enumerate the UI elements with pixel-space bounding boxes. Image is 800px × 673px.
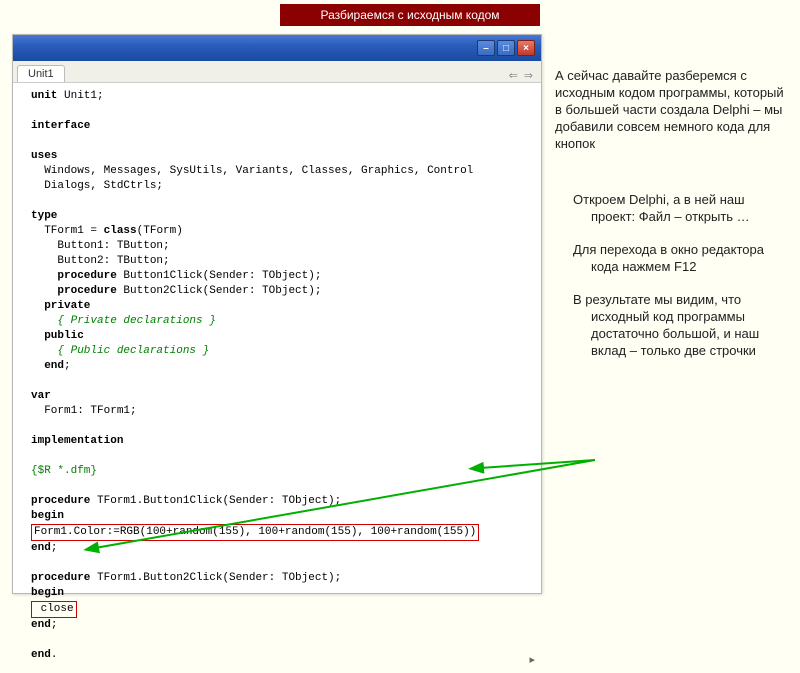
code-text: Button1: TButton;: [31, 240, 170, 252]
code-text: ;: [51, 542, 58, 554]
code-kw: end: [44, 360, 64, 372]
code-kw: procedure: [31, 495, 90, 507]
code-kw: private: [44, 300, 90, 312]
paragraph-2: Откроем Delphi, а в ней наш проект: Файл…: [573, 192, 785, 226]
code-comment: { Public declarations }: [31, 345, 209, 357]
code-text: [31, 300, 44, 312]
code-kw: end: [31, 619, 51, 631]
code-text: Button1Click(Sender: TObject);: [117, 270, 322, 282]
explanation-column: А сейчас давайте разберемся с исходным к…: [555, 68, 785, 376]
code-text: ;: [51, 619, 58, 631]
code-text: Button2: TButton;: [31, 255, 170, 267]
code-kw: procedure: [57, 285, 116, 297]
code-text: [31, 270, 57, 282]
slide-title: Разбираемся с исходным кодом: [280, 4, 540, 26]
highlight-box-2: close: [31, 601, 77, 618]
code-comment: { Private declarations }: [31, 315, 216, 327]
code-text: [31, 360, 44, 372]
code-kw: uses: [31, 150, 57, 162]
code-text: Form1: TForm1;: [31, 405, 137, 417]
close-button[interactable]: ×: [517, 40, 535, 56]
code-editor[interactable]: unit Unit1; interface uses Windows, Mess…: [13, 83, 541, 673]
code-kw: var: [31, 390, 51, 402]
window-titlebar: – □ ×: [13, 35, 541, 61]
code-text: TForm1 =: [31, 225, 104, 237]
code-text: Windows, Messages, SysUtils, Variants, C…: [31, 165, 473, 177]
code-kw: class: [104, 225, 137, 237]
code-text: TForm1.Button1Click(Sender: TObject);: [90, 495, 341, 507]
paragraph-4: В результате мы видим, что исходный код …: [573, 292, 785, 360]
code-kw: end: [31, 649, 51, 661]
code-kw: procedure: [57, 270, 116, 282]
code-directive: {$R *.dfm}: [31, 465, 97, 477]
code-text: Dialogs, StdCtrls;: [31, 180, 163, 192]
nav-arrows: ⇐ ⇒: [509, 69, 541, 82]
nav-back-icon[interactable]: ⇐: [509, 69, 518, 82]
paragraph-3: Для перехода в окно редактора кода нажме…: [573, 242, 785, 276]
code-kw: interface: [31, 120, 90, 132]
code-kw: implementation: [31, 435, 123, 447]
code-text: .: [51, 649, 58, 661]
highlight-box-1: Form1.Color:=RGB(100+random(155), 100+ra…: [31, 524, 479, 541]
ide-window: – □ × Unit1 ⇐ ⇒ unit Unit1; interface us…: [12, 34, 542, 594]
code-kw: type: [31, 210, 57, 222]
code-kw: public: [44, 330, 84, 342]
tab-unit1[interactable]: Unit1: [17, 65, 65, 82]
minimize-button[interactable]: –: [477, 40, 495, 56]
code-text: [31, 330, 44, 342]
code-text: TForm1.Button2Click(Sender: TObject);: [90, 572, 341, 584]
nav-fwd-icon[interactable]: ⇒: [524, 69, 533, 82]
code-kw: unit: [31, 90, 57, 102]
code-text: Button2Click(Sender: TObject);: [117, 285, 322, 297]
code-text: ;: [64, 360, 71, 372]
code-text: Unit1;: [57, 90, 103, 102]
code-kw: begin: [31, 587, 64, 599]
editor-tabs: Unit1 ⇐ ⇒: [13, 61, 541, 83]
code-text: [31, 285, 57, 297]
code-kw: procedure: [31, 572, 90, 584]
scroll-hint-icon: ▸: [529, 654, 535, 669]
maximize-button[interactable]: □: [497, 40, 515, 56]
code-text: (TForm): [137, 225, 183, 237]
code-kw: begin: [31, 510, 64, 522]
paragraph-1: А сейчас давайте разберемся с исходным к…: [555, 68, 785, 152]
code-kw: end: [31, 542, 51, 554]
